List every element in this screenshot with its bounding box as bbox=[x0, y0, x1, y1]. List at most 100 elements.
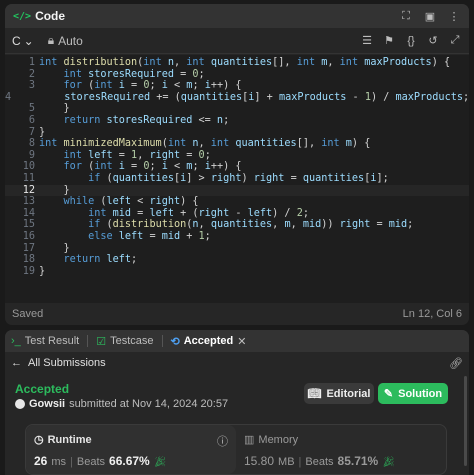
code-editor[interactable]: 1 int distribution(int n, int quantities[… bbox=[5, 55, 469, 303]
line-number: 9 bbox=[28, 149, 35, 161]
line-number: 4 bbox=[5, 91, 12, 103]
format-icon[interactable]: {} bbox=[404, 34, 418, 48]
save-status: Saved bbox=[12, 308, 44, 320]
cursor-position: Ln 12, Col 6 bbox=[402, 308, 462, 320]
code-line[interactable]: 10 for (int i = 0; i < m; i++) { bbox=[5, 161, 469, 173]
code-text: int storesRequired = 0; bbox=[63, 68, 205, 80]
code-line[interactable]: 4 storesRequired += (quantities[i] + max… bbox=[5, 92, 469, 104]
notes-icon[interactable]: ☰ bbox=[360, 34, 374, 48]
avatar[interactable] bbox=[15, 399, 25, 409]
chevron-down-icon: ⌄ bbox=[23, 33, 34, 48]
code-text: int left = 1, right = 0; bbox=[63, 149, 211, 161]
code-title: Code bbox=[35, 9, 66, 23]
code-text: int distribution(int n, int quantities[]… bbox=[39, 57, 451, 68]
divider: | bbox=[298, 456, 302, 468]
terminal-icon: ›_ bbox=[11, 335, 21, 347]
line-number: 14 bbox=[22, 207, 35, 219]
code-text: if (distribution(n, quantities, m, mid))… bbox=[88, 219, 414, 231]
bookmark-icon[interactable]: ⚑ bbox=[382, 34, 396, 48]
clock-icon: ◷ bbox=[34, 434, 44, 446]
code-line[interactable]: 18 return left; bbox=[5, 254, 469, 266]
code-line[interactable]: 19} bbox=[5, 266, 469, 278]
editorial-button[interactable]: 📖︎ Editorial bbox=[304, 383, 374, 404]
code-line[interactable]: 6 return storesRequired <= n; bbox=[5, 115, 469, 127]
beats-icon: 🎉︎ bbox=[153, 457, 167, 468]
autosave-label: Auto bbox=[58, 33, 83, 48]
edit-icon: ✎ bbox=[383, 388, 394, 400]
username[interactable]: Gowsii bbox=[29, 398, 65, 410]
code-text: while (left < right) { bbox=[63, 196, 199, 208]
code-line[interactable]: 9 int left = 1, right = 0; bbox=[5, 150, 469, 162]
code-line[interactable]: 7} bbox=[5, 127, 469, 139]
close-icon[interactable]: ✕ bbox=[237, 335, 246, 348]
code-text: for (int i = 0; i < m; i++) { bbox=[63, 80, 242, 92]
line-number: 13 bbox=[22, 196, 35, 208]
line-number: 10 bbox=[22, 161, 35, 173]
code-line[interactable]: 17 } bbox=[5, 243, 469, 255]
line-number: 15 bbox=[22, 219, 35, 231]
code-line[interactable]: 3 for (int i = 0; i < m; i++) { bbox=[5, 80, 469, 92]
line-number: 12 bbox=[22, 184, 35, 196]
beats-label: Beats bbox=[76, 456, 106, 468]
more-icon[interactable]: ⋮ bbox=[447, 9, 461, 23]
code-line[interactable]: 12 } bbox=[5, 184, 469, 197]
code-icon: </> bbox=[13, 10, 32, 22]
tab-test-result[interactable]: ›_ Test Result bbox=[11, 335, 79, 347]
tab-testcase[interactable]: ☑ Testcase bbox=[96, 335, 153, 348]
runtime-label: Runtime bbox=[47, 433, 92, 446]
divider: | bbox=[70, 456, 73, 468]
memory-label: Memory bbox=[258, 433, 299, 446]
language-select[interactable]: C ⌄ bbox=[12, 34, 34, 48]
runtime-value: 26 bbox=[34, 454, 48, 468]
memory-card[interactable]: ▥ Memory 15.80 MB | Beats 85.71% 🎉︎ bbox=[236, 425, 446, 474]
performance-stats: ◷ Runtime ⓘ 26 ms | Beats 66.67% 🎉︎ ▥ Me… bbox=[25, 424, 447, 475]
editor-toolbar: C ⌄ 🔒︎ Auto ☰ ⚑ {} ↺ ⤢ bbox=[5, 28, 469, 54]
expand-icon[interactable]: ⤢ bbox=[448, 34, 462, 48]
autosave-indicator[interactable]: 🔒︎ Auto bbox=[48, 33, 83, 48]
editorial-label: Editorial bbox=[326, 387, 371, 400]
maximize-icon[interactable]: ⛶ bbox=[399, 9, 413, 23]
tab-accepted[interactable]: ⟲ Accepted ✕ bbox=[171, 335, 247, 348]
memory-icon: ▥ bbox=[244, 434, 255, 446]
info-icon[interactable]: ⓘ bbox=[217, 433, 228, 449]
memory-unit: MB bbox=[278, 456, 295, 468]
code-line[interactable]: 1 int distribution(int n, int quantities[… bbox=[5, 57, 469, 69]
code-text: } bbox=[39, 126, 46, 138]
code-line[interactable]: 2 int storesRequired = 0; bbox=[5, 69, 469, 81]
runtime-card[interactable]: ◷ Runtime ⓘ 26 ms | Beats 66.67% 🎉︎ bbox=[26, 425, 236, 474]
line-number: 1 bbox=[28, 57, 35, 68]
code-line[interactable]: 13 while (left < right) { bbox=[5, 196, 469, 208]
tab-divider bbox=[87, 335, 89, 347]
beats-icon: 🎉︎ bbox=[382, 457, 395, 468]
code-line[interactable]: 14 int mid = left + (right - left) / 2; bbox=[5, 208, 469, 220]
language-label: C bbox=[12, 33, 21, 48]
reset-icon[interactable]: ↺ bbox=[426, 34, 440, 48]
solution-button[interactable]: ✎ Solution bbox=[378, 383, 448, 404]
checkbox-icon: ☑ bbox=[96, 335, 107, 348]
submissions-nav: ← All Submissions 🔗︎ bbox=[5, 352, 469, 374]
code-line[interactable]: 8 int minimizedMaximum(int n, int quantit… bbox=[5, 138, 469, 150]
line-number: 17 bbox=[22, 242, 35, 254]
memory-beats: 85.71% bbox=[337, 454, 379, 468]
code-text: return storesRequired <= n; bbox=[63, 114, 230, 126]
back-arrow-icon[interactable]: ← bbox=[11, 357, 22, 369]
runtime-unit: ms bbox=[51, 456, 67, 468]
line-number: 18 bbox=[22, 254, 35, 266]
code-line[interactable]: 5 } bbox=[5, 103, 469, 115]
line-number: 6 bbox=[28, 114, 35, 126]
result-tabs: ›_ Test Result ☑ Testcase ⟲ Accepted ✕ bbox=[5, 330, 469, 352]
fullscreen-icon[interactable]: ▣ bbox=[423, 9, 437, 23]
scrollbar[interactable] bbox=[464, 376, 467, 466]
code-text: } bbox=[39, 103, 70, 115]
history-icon: ⟲ bbox=[170, 335, 180, 348]
share-link-icon[interactable]: 🔗︎ bbox=[449, 357, 463, 370]
tab-label: Testcase bbox=[110, 335, 154, 347]
code-line[interactable]: 15 if (distribution(n, quantities, m, mi… bbox=[5, 219, 469, 231]
code-line[interactable]: 16 else left = mid + 1; bbox=[5, 231, 469, 243]
code-text: else left = mid + 1; bbox=[88, 230, 211, 242]
code-titlebar: </> Code ⛶ ▣ ⋮ bbox=[5, 4, 469, 28]
beats-label: Beats bbox=[305, 456, 334, 468]
lock-icon: 🔒︎ bbox=[47, 33, 55, 47]
code-line[interactable]: 11 if (quantities[i] > right) right = qu… bbox=[5, 173, 469, 185]
all-submissions-link[interactable]: All Submissions bbox=[28, 357, 106, 369]
